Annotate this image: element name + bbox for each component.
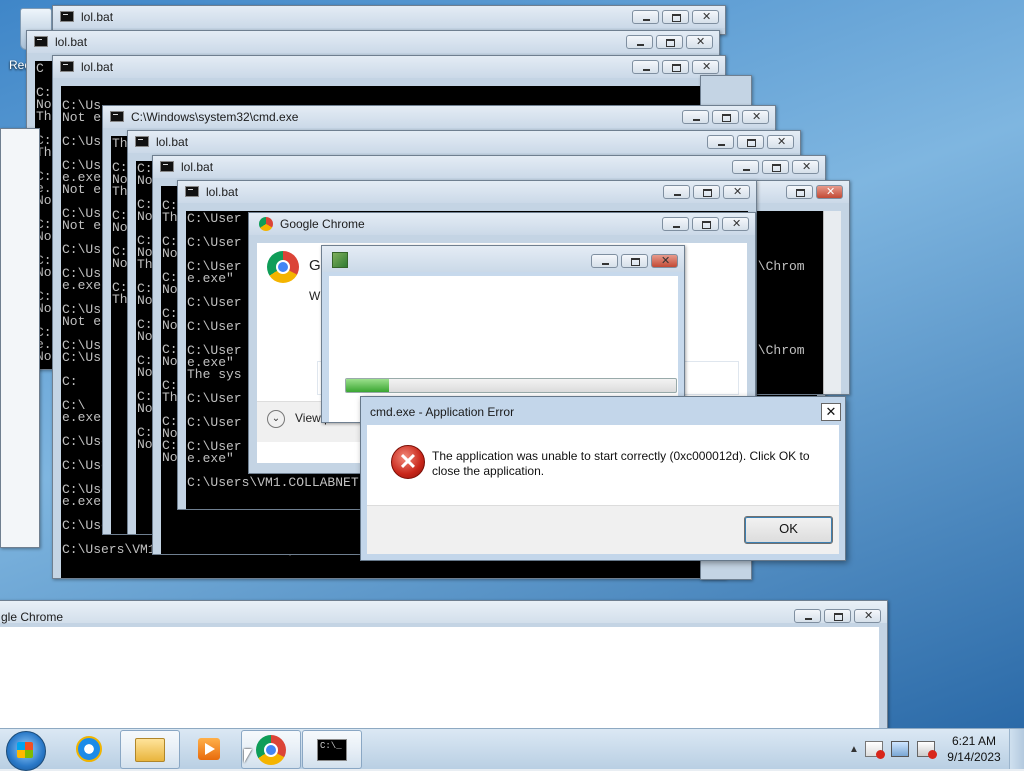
chevron-down-icon[interactable]: ⌄ bbox=[267, 410, 285, 428]
cmd-icon bbox=[160, 161, 174, 172]
cmd-icon bbox=[185, 186, 199, 197]
maximize-button[interactable] bbox=[656, 35, 683, 49]
maximize-button[interactable] bbox=[621, 254, 648, 268]
maximize-button[interactable] bbox=[762, 160, 789, 174]
window-title: gle Chrome bbox=[1, 610, 64, 624]
error-message: The application was unable to start corr… bbox=[432, 449, 810, 478]
window-title: lol.bat bbox=[81, 10, 114, 24]
minimize-button[interactable] bbox=[663, 185, 690, 199]
close-button[interactable] bbox=[792, 160, 819, 174]
cmd-icon: C:\_ bbox=[317, 738, 347, 761]
minimize-button[interactable] bbox=[732, 160, 759, 174]
clock-date: 9/14/2023 bbox=[947, 750, 1001, 764]
maximize-button[interactable] bbox=[693, 185, 720, 199]
window-chrome-left-edge[interactable] bbox=[0, 128, 40, 548]
scrollbar[interactable] bbox=[823, 211, 841, 394]
minimize-button[interactable] bbox=[626, 35, 653, 49]
window-title: lol.bat bbox=[181, 160, 214, 174]
maximize-button[interactable] bbox=[712, 110, 739, 124]
folder-icon bbox=[135, 737, 165, 762]
close-button[interactable] bbox=[686, 35, 713, 49]
minimize-button[interactable] bbox=[591, 254, 618, 268]
mouse-cursor-icon bbox=[244, 749, 252, 763]
app-icon bbox=[332, 252, 348, 268]
dialog-body: ✕ The application was unable to start co… bbox=[367, 425, 839, 554]
taskbar: C:\_ ▲ 6:21 AM 9/14/2023 bbox=[0, 728, 1024, 771]
dialog-title: cmd.exe - Application Error bbox=[370, 405, 515, 419]
minimize-button[interactable] bbox=[632, 10, 659, 24]
window-title: lol.bat bbox=[81, 60, 114, 74]
minimize-button[interactable] bbox=[707, 135, 734, 149]
window-title: lol.bat bbox=[206, 185, 239, 199]
close-button[interactable] bbox=[816, 185, 843, 199]
chrome-body-text: W bbox=[309, 289, 321, 303]
minimize-button[interactable] bbox=[632, 60, 659, 74]
maximize-button[interactable] bbox=[662, 10, 689, 24]
minimize-button[interactable] bbox=[662, 217, 689, 231]
clock-time: 6:21 AM bbox=[951, 734, 997, 748]
taskbar-internet-explorer[interactable] bbox=[60, 730, 118, 767]
error-icon: ✕ bbox=[391, 445, 425, 479]
chrome-icon bbox=[256, 734, 286, 765]
maximize-button[interactable] bbox=[824, 609, 851, 623]
taskbar-explorer[interactable] bbox=[120, 730, 180, 769]
close-button[interactable] bbox=[692, 10, 719, 24]
internet-explorer-icon bbox=[76, 735, 102, 762]
close-button[interactable] bbox=[742, 110, 769, 124]
cmd-icon bbox=[60, 11, 74, 22]
cmd-icon bbox=[135, 136, 149, 147]
volume-muted-icon[interactable] bbox=[917, 741, 937, 759]
maximize-button[interactable] bbox=[662, 60, 689, 74]
maximize-button[interactable] bbox=[692, 217, 719, 231]
cmd-icon bbox=[34, 36, 48, 47]
maximize-button[interactable] bbox=[737, 135, 764, 149]
close-button[interactable] bbox=[692, 60, 719, 74]
taskbar-clock[interactable]: 6:21 AM 9/14/2023 bbox=[939, 733, 1009, 765]
chrome-content bbox=[0, 627, 879, 739]
start-button[interactable] bbox=[6, 731, 46, 771]
close-button[interactable] bbox=[854, 609, 881, 623]
cmd-icon bbox=[60, 61, 74, 72]
close-button[interactable] bbox=[651, 254, 678, 268]
show-hidden-icons-icon[interactable]: ▲ bbox=[847, 744, 861, 755]
action-center-flag-icon[interactable] bbox=[865, 741, 885, 759]
window-title: C:\Windows\system32\cmd.exe bbox=[131, 110, 299, 124]
chrome-logo-icon bbox=[267, 251, 299, 283]
window-title: Google Chrome bbox=[280, 217, 365, 231]
network-icon[interactable] bbox=[891, 741, 909, 757]
cmd-icon bbox=[110, 111, 124, 122]
close-button[interactable] bbox=[722, 217, 749, 231]
progress-bar-fill bbox=[346, 379, 389, 392]
window-google-chrome-bottom[interactable]: gle Chrome bbox=[0, 600, 888, 740]
minimize-button[interactable] bbox=[794, 609, 821, 623]
progress-bar bbox=[345, 378, 677, 393]
maximize-button[interactable] bbox=[786, 185, 813, 199]
chrome-title-icon bbox=[259, 217, 273, 231]
media-player-icon bbox=[198, 737, 220, 760]
window-title: lol.bat bbox=[55, 35, 88, 49]
window-title: lol.bat bbox=[156, 135, 189, 149]
show-desktop-button[interactable] bbox=[1009, 729, 1024, 769]
chrome-heading: G bbox=[309, 257, 321, 274]
system-tray: ▲ 6:21 AM 9/14/2023 bbox=[847, 729, 1024, 769]
taskbar-cmd[interactable]: C:\_ bbox=[302, 730, 362, 769]
console-output: n\Chrom n\Chrom bbox=[749, 211, 823, 394]
close-button[interactable]: ✕ bbox=[821, 403, 841, 421]
ok-button[interactable]: OK bbox=[744, 516, 833, 544]
close-button[interactable] bbox=[723, 185, 750, 199]
close-button[interactable] bbox=[767, 135, 794, 149]
dialog-footer: OK bbox=[367, 505, 839, 554]
application-error-dialog[interactable]: cmd.exe - Application Error ✕ ✕ The appl… bbox=[360, 396, 846, 561]
taskbar-media-player[interactable] bbox=[180, 730, 238, 767]
minimize-button[interactable] bbox=[682, 110, 709, 124]
